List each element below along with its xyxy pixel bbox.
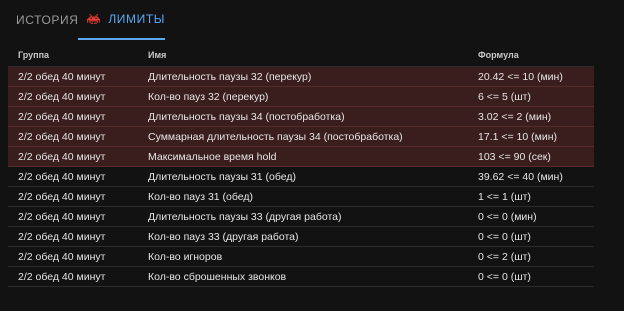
column-header-name[interactable]: Имя [138, 50, 468, 60]
table-row[interactable]: 2/2 обед 40 минут Длительность паузы 34 (… [8, 107, 594, 127]
column-header-group[interactable]: Группа [8, 50, 138, 60]
table-row[interactable]: 2/2 обед 40 минут Кол-во игноров 0 <= 2 (ш… [8, 247, 594, 267]
cell-name: Длительность паузы 33 (другая работа) [148, 210, 342, 223]
cell-name: Длительность паузы 32 (перекур) [148, 70, 312, 83]
cell-group: 2/2 обед 40 минут [18, 230, 106, 243]
table-row[interactable]: 2/2 обед 40 минут Кол-во пауз 31 (обед) 1 … [8, 187, 594, 207]
table-row[interactable]: 2/2 обед 40 минут Кол-во пауз 32 (перекур… [8, 87, 594, 107]
cell-formula: 17.1 <= 10 (мин) [478, 130, 558, 143]
cell-formula: 39.62 <= 40 (мин) [478, 170, 563, 183]
cell-name: Кол-во игноров [148, 250, 223, 263]
cell-group: 2/2 обед 40 минут [18, 110, 106, 123]
limits-table: Группа Имя Формула 2/2 обед 40 минут Длит… [8, 44, 594, 287]
cell-group: 2/2 обед 40 минут [18, 170, 106, 183]
cell-name: Длительность паузы 31 (обед) [148, 170, 296, 183]
table-body: 2/2 обед 40 минут Длительность паузы 32 (… [8, 67, 594, 287]
table-row[interactable]: 2/2 обед 40 минут Длительность паузы 32 (… [8, 67, 594, 87]
cell-name: Кол-во пауз 31 (обед) [148, 190, 254, 203]
cell-formula: 0 <= 2 (шт) [478, 250, 531, 263]
cell-group: 2/2 обед 40 минут [18, 70, 106, 83]
cell-group: 2/2 обед 40 минут [18, 90, 106, 103]
cell-formula: 3.02 <= 2 (мин) [478, 110, 552, 123]
cell-group: 2/2 обед 40 минут [18, 270, 106, 283]
table-row[interactable]: 2/2 обед 40 минут Максимальное время hold… [8, 147, 594, 167]
cell-name: Кол-во пауз 32 (перекур) [148, 90, 269, 103]
tab-limits[interactable]: ЛИМИТЫ [78, 0, 165, 40]
cell-formula: 0 <= 0 (мин) [478, 210, 537, 223]
cell-formula: 6 <= 5 (шт) [478, 90, 531, 103]
cell-name: Кол-во пауз 33 (другая работа) [148, 230, 299, 243]
cell-formula: 103 <= 90 (сек) [478, 150, 551, 163]
cell-group: 2/2 обед 40 минут [18, 250, 106, 263]
tab-history-label: ИСТОРИЯ [16, 13, 79, 27]
table-row[interactable]: 2/2 обед 40 минут Кол-во сброшенных звонк… [8, 267, 594, 287]
space-invader-icon [87, 14, 101, 24]
cell-group: 2/2 обед 40 минут [18, 190, 106, 203]
table-row[interactable]: 2/2 обед 40 минут Длительность паузы 31 (… [8, 167, 594, 187]
cell-formula: 1 <= 1 (шт) [478, 190, 531, 203]
table-row[interactable]: 2/2 обед 40 минут Кол-во пауз 33 (другая … [8, 227, 594, 247]
cell-formula: 20.42 <= 10 (мин) [478, 70, 563, 83]
cell-name: Суммарная длительность паузы 34 (постобр… [148, 130, 403, 143]
cell-formula: 0 <= 0 (шт) [478, 270, 531, 283]
tab-bar: ИСТОРИЯ ЛИМИТЫ [0, 0, 624, 40]
cell-name: Длительность паузы 34 (постобработка) [148, 110, 345, 123]
tab-history[interactable]: ИСТОРИЯ [0, 0, 78, 40]
cell-name: Кол-во сброшенных звонков [148, 270, 287, 283]
table-row[interactable]: 2/2 обед 40 минут Суммарная длительность … [8, 127, 594, 147]
cell-group: 2/2 обед 40 минут [18, 150, 106, 163]
cell-formula: 0 <= 0 (шт) [478, 230, 531, 243]
table-header: Группа Имя Формула [8, 44, 594, 67]
table-row[interactable]: 2/2 обед 40 минут Длительность паузы 33 (… [8, 207, 594, 227]
cell-group: 2/2 обед 40 минут [18, 130, 106, 143]
tab-limits-label: ЛИМИТЫ [108, 12, 165, 26]
column-header-formula[interactable]: Формула [468, 50, 594, 60]
cell-group: 2/2 обед 40 минут [18, 210, 106, 223]
cell-name: Максимальное время hold [148, 150, 277, 163]
